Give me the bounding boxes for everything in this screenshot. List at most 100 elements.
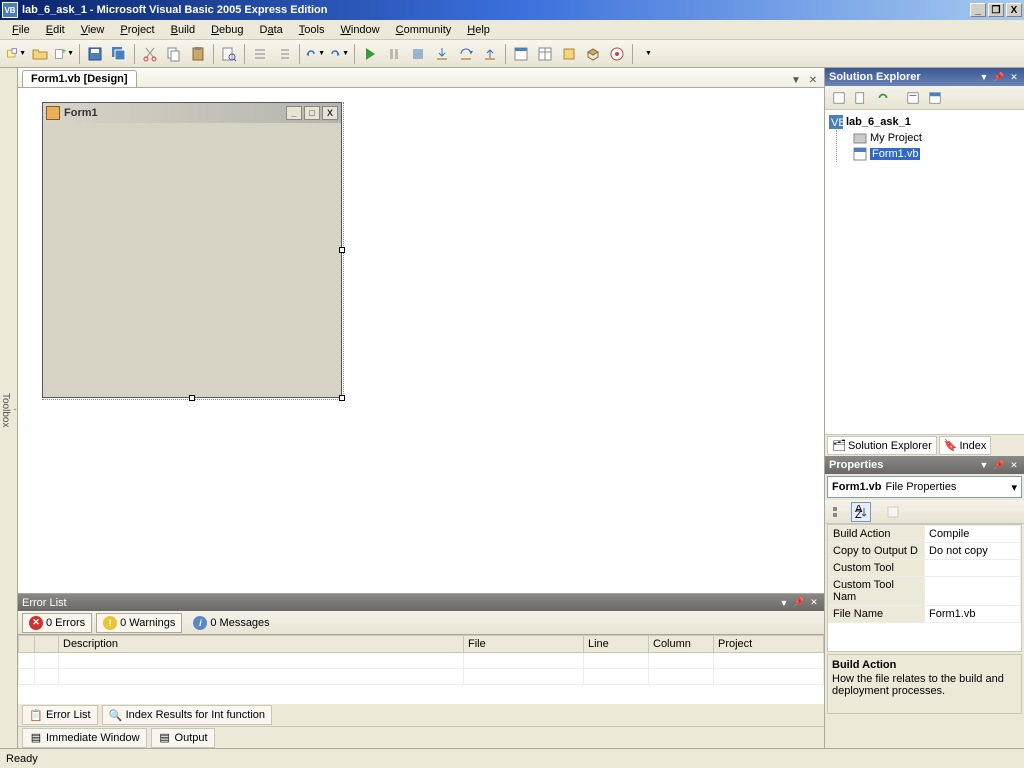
minimize-button[interactable]: _ xyxy=(970,3,986,17)
form-preview[interactable]: Form1 _ □ X xyxy=(42,102,342,398)
tab-immediate[interactable]: ▤Immediate Window xyxy=(22,728,147,748)
menu-window[interactable]: Window xyxy=(332,22,387,38)
undo-button[interactable]: ▼ xyxy=(304,43,326,65)
table-row[interactable] xyxy=(19,653,824,669)
se-pin-button[interactable]: 📌 xyxy=(993,71,1005,83)
start-page-button[interactable] xyxy=(606,43,628,65)
step-into-button[interactable] xyxy=(431,43,453,65)
resize-handle-right[interactable] xyxy=(339,247,345,253)
props-pages-button[interactable] xyxy=(883,502,903,522)
paste-button[interactable] xyxy=(187,43,209,65)
prop-row-copy[interactable]: Copy to Output DDo not copy xyxy=(829,543,1021,560)
prop-row-custom-tool[interactable]: Custom Tool xyxy=(829,560,1021,577)
doc-tab-form1[interactable]: Form1.vb [Design] xyxy=(22,70,137,87)
resize-handle-corner[interactable] xyxy=(339,395,345,401)
menu-project[interactable]: Project xyxy=(112,22,162,38)
table-row[interactable] xyxy=(19,669,824,685)
panel-close-button[interactable]: ✕ xyxy=(808,597,820,609)
add-item-button[interactable]: +▼ xyxy=(53,43,75,65)
se-view-code-button[interactable] xyxy=(903,88,923,108)
se-close-button[interactable]: ✕ xyxy=(1008,71,1020,83)
menu-data[interactable]: Data xyxy=(252,22,291,38)
tab-index-results[interactable]: 🔍Index Results for Int function xyxy=(102,705,272,725)
props-alphabetical-button[interactable]: AZ xyxy=(851,502,871,522)
menu-edit[interactable]: Edit xyxy=(38,22,73,38)
redo-button[interactable]: ▼ xyxy=(328,43,350,65)
copy-button[interactable] xyxy=(163,43,185,65)
menu-build[interactable]: Build xyxy=(163,22,203,38)
menu-help[interactable]: Help xyxy=(459,22,498,38)
maximize-button[interactable]: ❐ xyxy=(988,3,1004,17)
se-tab-index[interactable]: 🔖Index xyxy=(939,436,992,455)
props-object-selector[interactable]: Form1.vb File Properties ▾ xyxy=(827,476,1022,498)
step-out-button[interactable] xyxy=(479,43,501,65)
resize-handle-bottom[interactable] xyxy=(189,395,195,401)
stop-button[interactable] xyxy=(407,43,429,65)
vb-project-icon: VB xyxy=(829,115,843,129)
panel-dropdown-button[interactable]: ▼ xyxy=(778,597,790,609)
warnings-filter-button[interactable]: !0 Warnings xyxy=(96,613,182,633)
prop-row-build-action[interactable]: Build ActionCompile xyxy=(829,526,1021,543)
tree-form1[interactable]: Form1.vb xyxy=(853,146,1020,162)
col-column[interactable]: Column xyxy=(649,636,714,653)
se-properties-button[interactable] xyxy=(829,88,849,108)
menu-view[interactable]: View xyxy=(73,22,113,38)
pause-button[interactable] xyxy=(383,43,405,65)
se-show-all-button[interactable] xyxy=(851,88,871,108)
props-close-button[interactable]: ✕ xyxy=(1008,459,1020,471)
menu-debug[interactable]: Debug xyxy=(203,22,251,38)
solution-tree[interactable]: VB lab_6_ask_1 My Project Form1.vb xyxy=(825,110,1024,434)
open-button[interactable] xyxy=(29,43,51,65)
col-number[interactable] xyxy=(35,636,59,653)
props-grid[interactable]: Build ActionCompile Copy to Output DDo n… xyxy=(827,524,1022,652)
se-dropdown-button[interactable]: ▼ xyxy=(978,71,990,83)
error-grid[interactable]: Description File Line Column Project xyxy=(18,635,824,704)
menu-file[interactable]: File xyxy=(4,22,38,38)
toolbox-button[interactable] xyxy=(582,43,604,65)
col-description[interactable]: Description xyxy=(59,636,464,653)
props-categorized-button[interactable] xyxy=(829,502,849,522)
find-button[interactable] xyxy=(218,43,240,65)
tab-close-button[interactable]: ✕ xyxy=(806,73,820,87)
solution-explorer-button[interactable] xyxy=(510,43,532,65)
chevron-down-icon[interactable]: ▾ xyxy=(1011,481,1017,494)
panel-pin-button[interactable]: 📌 xyxy=(793,597,805,609)
save-button[interactable] xyxy=(84,43,106,65)
tree-my-project[interactable]: My Project xyxy=(853,130,1020,146)
menu-tools[interactable]: Tools xyxy=(291,22,333,38)
start-debug-button[interactable] xyxy=(359,43,381,65)
new-project-button[interactable]: ▼ xyxy=(5,43,27,65)
prop-row-custom-tool-ns[interactable]: Custom Tool Nam xyxy=(829,577,1021,606)
error-list-title: Error List xyxy=(22,597,775,609)
object-browser-button[interactable] xyxy=(558,43,580,65)
close-button[interactable]: X xyxy=(1006,3,1022,17)
se-tab-solution-explorer[interactable]: 🗂Solution Explorer xyxy=(827,436,937,455)
uncomment-button[interactable] xyxy=(273,43,295,65)
messages-filter-button[interactable]: i0 Messages xyxy=(186,613,276,633)
prop-row-file-name[interactable]: File NameForm1.vb xyxy=(829,606,1021,623)
props-pin-button[interactable]: 📌 xyxy=(993,459,1005,471)
toolbox-icon xyxy=(13,403,17,417)
menu-community[interactable]: Community xyxy=(388,22,460,38)
errors-filter-button[interactable]: ✕0 Errors xyxy=(22,613,92,633)
tab-dropdown-button[interactable]: ▼ xyxy=(789,73,803,87)
properties-button[interactable] xyxy=(534,43,556,65)
col-file[interactable]: File xyxy=(464,636,584,653)
save-all-button[interactable] xyxy=(108,43,130,65)
se-refresh-button[interactable] xyxy=(873,88,893,108)
props-dropdown-button[interactable]: ▼ xyxy=(978,459,990,471)
step-over-button[interactable] xyxy=(455,43,477,65)
form-designer[interactable]: Form1 _ □ X xyxy=(18,88,824,594)
toolbar-options-button[interactable]: ▼ xyxy=(637,43,659,65)
title-bar: VB lab_6_ask_1 - Microsoft Visual Basic … xyxy=(0,0,1024,20)
se-view-designer-button[interactable] xyxy=(925,88,945,108)
col-icon[interactable] xyxy=(19,636,35,653)
tree-root[interactable]: VB lab_6_ask_1 xyxy=(829,114,1020,130)
cut-button[interactable] xyxy=(139,43,161,65)
tab-output[interactable]: ▤Output xyxy=(151,728,215,748)
col-project[interactable]: Project xyxy=(714,636,824,653)
tab-error-list[interactable]: 📋Error List xyxy=(22,705,98,725)
toolbox-collapsed[interactable]: Toolbox xyxy=(0,68,18,748)
col-line[interactable]: Line xyxy=(584,636,649,653)
comment-button[interactable] xyxy=(249,43,271,65)
